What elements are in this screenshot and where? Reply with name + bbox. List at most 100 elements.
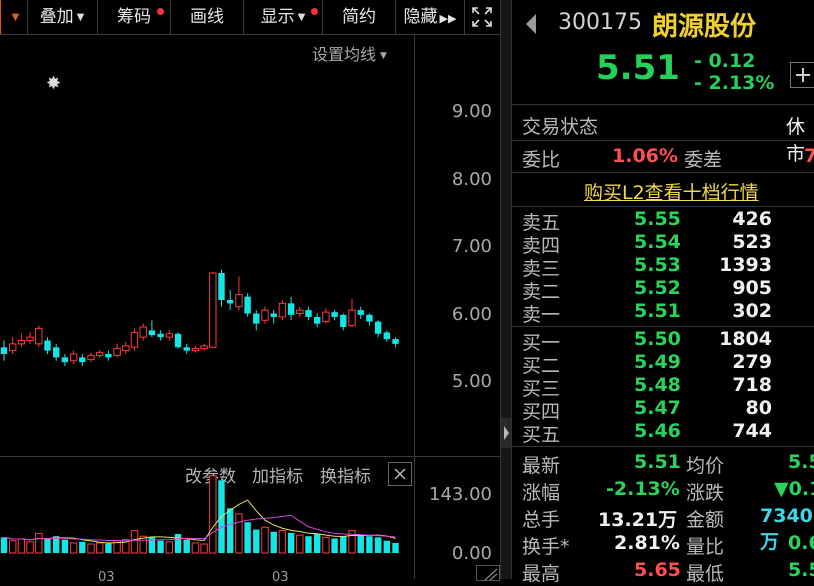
low-value: 5.5 bbox=[788, 559, 814, 581]
candle-body bbox=[340, 314, 347, 327]
latest-value: 5.51 bbox=[634, 451, 681, 473]
stack-button[interactable]: 叠加 ▼ bbox=[27, 0, 98, 34]
caret-down-icon: ▼ bbox=[297, 12, 306, 23]
caret-down-icon: ▼ bbox=[11, 12, 20, 23]
level-price: 5.51 bbox=[634, 300, 681, 322]
volume-bar bbox=[130, 530, 139, 554]
volume-bar bbox=[200, 543, 208, 554]
candle-body bbox=[322, 311, 330, 323]
draw-line-button[interactable]: 画线 bbox=[171, 0, 244, 34]
simple-mode-button[interactable]: 简约 bbox=[323, 0, 396, 34]
x-tick: 03 bbox=[98, 570, 115, 585]
order-book-row[interactable]: 卖五 5.55 426 bbox=[512, 208, 814, 234]
price-tick: 7.00 bbox=[451, 236, 492, 257]
quote-panel: 300175 朗源股份 5.51 - 0.12 - 2.13% 交易状态 休市 … bbox=[511, 0, 814, 585]
level-price: 5.49 bbox=[634, 351, 681, 373]
volume-bar bbox=[105, 543, 112, 553]
volume-bar bbox=[69, 542, 78, 554]
volume-bar bbox=[61, 539, 69, 553]
volume-bar bbox=[244, 522, 251, 553]
high-value: 5.65 bbox=[634, 559, 681, 581]
candle-body bbox=[244, 296, 251, 314]
level-price: 5.54 bbox=[634, 231, 681, 253]
volume-bar bbox=[270, 531, 277, 553]
last-price: 5.51 bbox=[596, 48, 680, 88]
candle-body bbox=[53, 347, 60, 358]
candle-body bbox=[87, 354, 95, 360]
commission-ratio-value: 1.06% bbox=[612, 145, 678, 167]
divider bbox=[512, 104, 814, 105]
commission-diff-label: 委差 bbox=[684, 149, 723, 171]
order-book-row[interactable]: 买二 5.49 279 bbox=[512, 351, 814, 377]
volume-ratio-label: 量比 bbox=[686, 536, 725, 558]
notification-dot-icon bbox=[311, 8, 318, 15]
add-watchlist-button[interactable] bbox=[790, 62, 814, 88]
simple-label: 简约 bbox=[342, 7, 376, 27]
divider bbox=[512, 446, 814, 447]
level-label: 卖一 bbox=[522, 304, 561, 326]
order-book-row[interactable]: 买四 5.47 80 bbox=[512, 397, 814, 423]
stock-code: 300175 bbox=[558, 10, 642, 35]
asterisk-marker-icon: ✸ bbox=[46, 73, 62, 94]
previous-stock-button[interactable] bbox=[524, 12, 538, 36]
order-book-row[interactable]: 买三 5.48 718 bbox=[512, 374, 814, 400]
l2-purchase-link[interactable]: 购买L2查看十档行情 bbox=[584, 178, 759, 205]
candle-body bbox=[200, 345, 208, 350]
fullscreen-icon bbox=[472, 7, 492, 27]
order-book-row[interactable]: 买一 5.50 1804 bbox=[512, 328, 814, 354]
display-button[interactable]: 显示 ▼ bbox=[244, 0, 323, 34]
caret-down-icon: ▼ bbox=[76, 12, 85, 23]
chart-toolbar: ▼ 叠加 ▼ 筹码 画线 显示 ▼ 简约 隐藏 ▶▶ bbox=[0, 0, 500, 35]
candle-body bbox=[305, 310, 312, 317]
order-book-row[interactable]: 卖二 5.52 905 bbox=[512, 277, 814, 303]
volume-bar bbox=[87, 543, 95, 554]
amount-label: 金额 bbox=[686, 509, 725, 531]
level-price: 5.47 bbox=[634, 397, 681, 419]
volume-ma-line bbox=[3, 499, 396, 544]
volume-bar bbox=[9, 540, 17, 554]
candle-body bbox=[148, 330, 156, 336]
candle-body bbox=[366, 314, 373, 322]
candle-body bbox=[374, 321, 382, 334]
period-dropdown-button[interactable]: ▼ bbox=[0, 0, 28, 34]
level-volume: 905 bbox=[732, 277, 772, 299]
level-price: 5.55 bbox=[634, 208, 681, 230]
volume-bar bbox=[383, 540, 390, 553]
level-volume: 1804 bbox=[719, 328, 772, 350]
volume-bar bbox=[253, 529, 260, 553]
order-book-row[interactable]: 买五 5.46 744 bbox=[512, 420, 814, 446]
change-label: 涨跌 bbox=[686, 482, 725, 504]
hide-button[interactable]: 隐藏 ▶▶ bbox=[396, 0, 465, 34]
candle-body bbox=[183, 347, 190, 351]
volume-bar bbox=[53, 536, 60, 553]
high-label: 最高 bbox=[522, 563, 561, 585]
volume-bar bbox=[174, 533, 182, 553]
volume-bar bbox=[0, 537, 8, 553]
order-book-row[interactable]: 卖三 5.53 1393 bbox=[512, 254, 814, 280]
low-label: 最低 bbox=[686, 563, 725, 585]
divider bbox=[512, 326, 814, 327]
candle-body bbox=[235, 294, 243, 308]
level-price: 5.50 bbox=[634, 328, 681, 350]
fullscreen-button[interactable] bbox=[465, 0, 499, 34]
volume-bar bbox=[366, 536, 373, 553]
candle-body bbox=[209, 272, 217, 348]
candle-body bbox=[122, 345, 130, 352]
candle-body bbox=[261, 309, 269, 321]
level-price: 5.48 bbox=[634, 374, 681, 396]
level-price: 5.46 bbox=[634, 420, 681, 442]
order-book-row[interactable]: 卖一 5.51 302 bbox=[512, 300, 814, 326]
change-pct-label: 涨幅 bbox=[522, 482, 561, 504]
display-label: 显示 bbox=[260, 7, 295, 27]
candle-body bbox=[35, 327, 43, 345]
volume-chart[interactable] bbox=[0, 457, 500, 579]
plus-icon bbox=[796, 68, 810, 82]
volume-bar bbox=[191, 542, 200, 554]
order-book-row[interactable]: 卖四 5.54 523 bbox=[512, 231, 814, 257]
volume-bar bbox=[183, 539, 190, 553]
volume-bar bbox=[374, 537, 382, 553]
change-pct-value: -2.13% bbox=[606, 478, 680, 500]
volume-bar bbox=[322, 536, 330, 554]
chips-button[interactable]: 筹码 bbox=[98, 0, 171, 34]
candle-body bbox=[296, 309, 304, 314]
